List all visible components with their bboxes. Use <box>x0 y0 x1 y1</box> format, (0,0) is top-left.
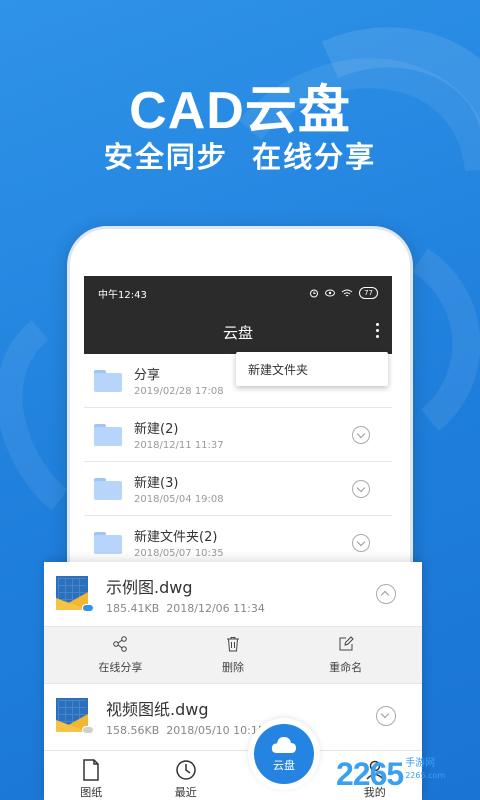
folder-date: 2018/05/07 10:35 <box>134 548 224 559</box>
site-watermark: 2265 手游网 2265.com <box>336 752 480 796</box>
clock-icon <box>176 760 196 780</box>
chevron-down-icon[interactable] <box>352 480 370 498</box>
file-size: 185.41KB <box>106 601 160 615</box>
edit-icon <box>339 636 354 651</box>
folder-icon <box>94 531 122 554</box>
chevron-down-icon[interactable] <box>352 426 370 444</box>
share-icon <box>113 636 128 652</box>
watermark-number: 2265 <box>336 755 404 792</box>
tab-drawings[interactable]: 图纸 <box>44 751 139 800</box>
overflow-popup-menu: 新建文件夹 <box>236 352 388 386</box>
wifi-icon <box>341 289 353 296</box>
folder-name: 分享 <box>134 368 161 383</box>
folder-name: 新建(3) <box>134 476 179 491</box>
file-size: 158.56KB <box>106 723 160 737</box>
trash-icon <box>226 637 239 652</box>
tab-label: 图纸 <box>80 786 103 799</box>
delete-label: 删除 <box>221 661 244 674</box>
alarm-icon <box>310 289 319 298</box>
file-row[interactable]: 视频图纸.dwg 158.56KB 2018/05/10 10:15 <box>44 684 422 748</box>
file-name: 示例图.dwg <box>106 577 193 597</box>
battery-icon: 77 <box>359 287 378 299</box>
folder-row[interactable]: 新建(3) 2018/05/04 19:08 <box>84 462 392 516</box>
cloud-icon <box>271 737 296 753</box>
folder-icon <box>94 423 122 446</box>
dwg-file-icon <box>56 576 94 612</box>
eye-icon <box>325 289 336 297</box>
share-label: 在线分享 <box>98 661 143 674</box>
phone-screen: 中午12:43 77 云盘 分享 2019/02/28 17:08 新建(2) … <box>84 276 392 576</box>
rename-label: 重命名 <box>329 661 363 674</box>
folder-row[interactable]: 新建(2) 2018/12/11 11:37 <box>84 408 392 462</box>
folder-name: 新建(2) <box>134 422 179 437</box>
more-vertical-icon[interactable] <box>376 323 380 339</box>
tab-label: 最近 <box>174 786 197 799</box>
tab-cloud[interactable]: 云盘 <box>248 718 320 790</box>
chevron-up-icon[interactable] <box>376 584 396 604</box>
share-button[interactable]: 在线分享 <box>75 635 165 675</box>
file-name: 视频图纸.dwg <box>106 699 209 719</box>
promo-title: CAD云盘 <box>129 82 351 140</box>
folder-name: 新建文件夹(2) <box>134 530 218 545</box>
document-icon <box>83 759 99 781</box>
tab-label: 云盘 <box>273 759 295 772</box>
watermark-domain: 手游网 <box>405 758 436 769</box>
folder-date: 2018/12/11 11:37 <box>134 440 224 451</box>
file-date: 2018/12/06 11:34 <box>166 601 265 615</box>
status-bar: 中午12:43 77 <box>84 276 392 310</box>
file-date: 2018/05/10 10:15 <box>166 723 265 737</box>
app-bar: 云盘 <box>84 310 392 354</box>
promo-subtitle: 安全同步 在线分享 <box>103 140 377 174</box>
chevron-down-icon[interactable] <box>376 706 396 726</box>
folder-date: 2018/05/04 19:08 <box>134 494 224 505</box>
status-time: 中午12:43 <box>98 289 147 301</box>
tab-recent[interactable]: 最近 <box>139 751 234 800</box>
file-row[interactable]: 示例图.dwg 185.41KB 2018/12/06 11:34 <box>44 562 422 626</box>
watermark-url: 2265.com <box>405 771 446 780</box>
folder-icon <box>94 477 122 500</box>
folder-date: 2019/02/28 17:08 <box>134 386 224 397</box>
rename-button[interactable]: 重命名 <box>301 635 391 675</box>
dwg-file-icon <box>56 698 94 734</box>
menu-item-new-folder[interactable]: 新建文件夹 <box>248 361 308 378</box>
folder-icon <box>94 369 122 392</box>
file-action-bar: 在线分享 删除 重命名 <box>44 626 422 684</box>
chevron-down-icon[interactable] <box>352 534 370 552</box>
delete-button[interactable]: 删除 <box>188 635 278 675</box>
app-bar-title: 云盘 <box>222 323 253 342</box>
